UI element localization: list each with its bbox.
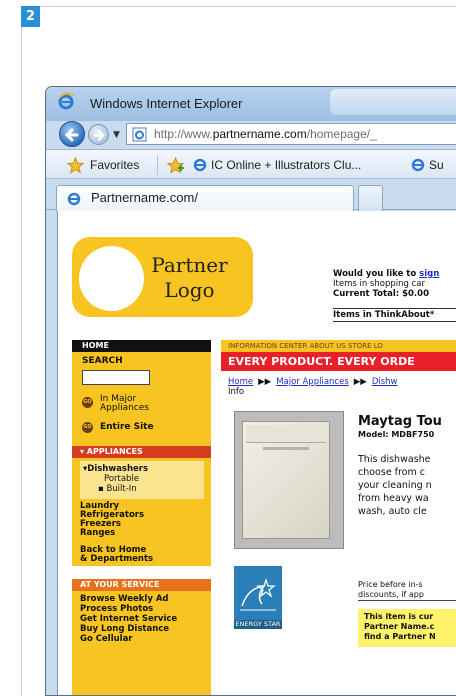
nav-go-cellular[interactable]: Go Cellular [80, 635, 133, 644]
ie-page-icon [411, 158, 425, 172]
top-menu[interactable]: INFORMATION CENTER ABOUT US STORE LO [221, 340, 456, 352]
breadcrumb-major-appliances[interactable]: Major Appliances [276, 377, 349, 387]
left-navigation: HOME SEARCH GO In Major Appliances GO En… [72, 340, 211, 695]
cart-items: Items in shopping car [333, 279, 425, 289]
step-badge: 2 [21, 6, 40, 27]
breadcrumb-dishwashers[interactable]: Dishw [372, 377, 398, 387]
dishwasher-control-panel [246, 425, 326, 443]
address-bar: ▼ http://www.partnername.com/homepage/_ [46, 121, 456, 149]
nav-weekly-ad[interactable]: Browse Weekly Ad [80, 595, 168, 604]
page-icon [132, 127, 147, 142]
appliances-header[interactable]: ▾ APPLIANCES [72, 446, 211, 458]
service-menu: Browse Weekly Ad Process Photos Get Inte… [72, 591, 211, 695]
search-major-appliances-label[interactable]: In Major Appliances [100, 395, 149, 413]
cart-info: Would you like to sign Items in shopping… [333, 269, 440, 299]
forward-button[interactable] [88, 124, 109, 145]
new-tab-button[interactable] [358, 185, 383, 211]
price-note: Price before in-s discounts, if app [358, 580, 424, 599]
nav-internet-service[interactable]: Get Internet Service [80, 615, 177, 624]
back-button[interactable] [59, 121, 85, 147]
search-entire-site-label[interactable]: Entire Site [100, 423, 154, 432]
sign-in-link[interactable]: sign [419, 269, 439, 279]
favorite-link-ic-online[interactable]: IC Online + Illustrators Clu... [211, 158, 361, 172]
favorite-link-su[interactable]: Su [429, 158, 444, 172]
energy-star-label: ENERGY STAR [234, 620, 282, 629]
search-input[interactable] [82, 370, 150, 385]
ie-page-icon [193, 158, 207, 172]
breadcrumb-separator: ▶▶ [353, 377, 367, 387]
nav-back-to-home[interactable]: Back to Home & Departments [80, 546, 153, 564]
history-dropdown-icon[interactable]: ▼ [113, 130, 120, 140]
back-arrow-icon [64, 128, 79, 142]
favorites-button[interactable]: Favorites [90, 158, 139, 172]
title-bar-glass [330, 89, 456, 115]
logo-circle [79, 246, 144, 311]
browser-window: Windows Internet Explorer ▼ http://www.p… [45, 86, 456, 696]
appliances-menu: ▾Dishwashers Portable ▪ Built-In Laundry… [72, 458, 211, 566]
nav-portable[interactable]: Portable [104, 475, 139, 484]
divider [358, 600, 456, 601]
favorites-star-icon[interactable] [67, 157, 84, 174]
availability-notice: This item is cur Partner Name.c find a P… [358, 609, 456, 647]
energy-star-icon [240, 578, 276, 611]
promo-banner: EVERY PRODUCT. EVERY ORDE [221, 352, 456, 371]
tab-partnername[interactable]: Partnername.com/ [56, 185, 354, 211]
nav-home[interactable]: HOME [72, 340, 211, 352]
favorites-bar: Favorites IC Online + Illustrators Clu..… [46, 149, 456, 179]
breadcrumb-info: Info [228, 387, 245, 397]
forward-arrow-icon [93, 130, 105, 141]
logo-text: Partner Logo [151, 253, 228, 302]
go-major-button[interactable]: GO [82, 397, 93, 408]
window-title: Windows Internet Explorer [90, 96, 243, 111]
thinkabout-items[interactable]: Items in ThinkAbout* [333, 310, 434, 320]
nav-ranges[interactable]: Ranges [80, 529, 115, 538]
breadcrumb-home[interactable]: Home [228, 377, 253, 387]
product-model: Model: MDBF750 [358, 430, 435, 439]
product-description: This dishwashe choose from c your cleani… [358, 454, 432, 517]
ie-logo-icon [58, 92, 75, 110]
title-bar: Windows Internet Explorer [46, 87, 456, 121]
breadcrumb-separator: ▶▶ [258, 377, 272, 387]
go-site-button[interactable]: GO [82, 422, 93, 433]
energy-star-logo [234, 566, 282, 628]
product-title: Maytag Tou [358, 414, 442, 429]
url-field[interactable]: http://www.partnername.com/homepage/_ [126, 123, 456, 145]
dishwasher-handle [263, 447, 309, 450]
search-label: SEARCH [82, 356, 123, 366]
nav-long-distance[interactable]: Buy Long Distance [80, 625, 169, 634]
tab-title: Partnername.com/ [91, 190, 198, 205]
tab-bar: Partnername.com/ [46, 179, 456, 211]
nav-built-in[interactable]: ▪ Built-In [98, 485, 137, 494]
favorites-separator [157, 155, 158, 175]
breadcrumb: Home ▶▶ Major Appliances ▶▶ Dishw [228, 377, 398, 387]
divider [333, 321, 456, 322]
nav-process-photos[interactable]: Process Photos [80, 605, 153, 614]
nav-dishwashers[interactable]: ▾Dishwashers [83, 465, 148, 474]
search-panel: SEARCH GO In Major Appliances GO Entire … [72, 352, 211, 446]
divider [333, 308, 456, 309]
cart-total: Current Total: $0.00 [333, 289, 429, 299]
service-header[interactable]: AT YOUR SERVICE [72, 579, 211, 591]
url-text: http://www.partnername.com/homepage/_ [154, 127, 377, 141]
ie-page-icon [67, 192, 81, 206]
add-favorite-icon[interactable] [167, 157, 185, 174]
web-page: Partner Logo Would you like to sign Item… [57, 211, 456, 695]
